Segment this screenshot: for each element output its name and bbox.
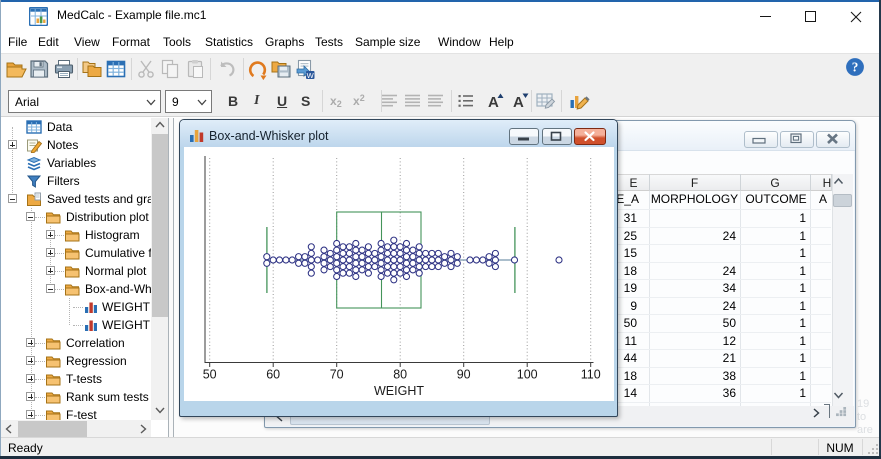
svg-text:A: A [513,94,524,110]
svg-text:?: ? [852,60,859,75]
svg-text:50: 50 [202,368,216,382]
svg-text:W: W [307,71,315,80]
svg-text:A: A [488,94,499,110]
svg-text:110: 110 [580,368,600,382]
svg-text:60: 60 [266,368,280,382]
svg-text:70: 70 [329,368,343,382]
svg-text:100: 100 [516,368,537,382]
svg-text:90: 90 [456,368,470,382]
svg-text:80: 80 [393,368,407,382]
svg-text:WEIGHT: WEIGHT [374,384,424,398]
